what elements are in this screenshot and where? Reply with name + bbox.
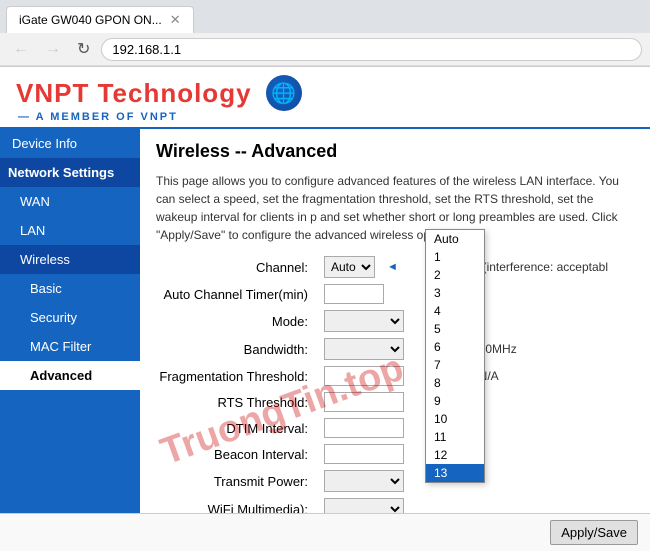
dropdown-item-8[interactable]: 8 bbox=[426, 374, 484, 392]
label-transmit-power: Transmit Power: bbox=[156, 474, 316, 489]
label-dtim-interval: DTIM Interval: bbox=[156, 421, 316, 436]
label-beacon-interval: Beacon Interval: bbox=[156, 447, 316, 462]
form-row-transmit-power: Transmit Power: bbox=[156, 470, 634, 492]
label-rts-threshold: RTS Threshold: bbox=[156, 395, 316, 410]
main-area: Device Info Network Settings WAN LAN Wir… bbox=[0, 129, 650, 513]
dropdown-item-13[interactable]: 13 bbox=[426, 464, 484, 482]
dtim-interval-input[interactable] bbox=[324, 418, 404, 438]
label-wifi-multimedia: WiFi Multimedia): bbox=[156, 502, 316, 514]
dropdown-item-2[interactable]: 2 bbox=[426, 266, 484, 284]
page: VNPT Technology 🌐 — A MEMBER OF VNPT Dev… bbox=[0, 67, 650, 551]
forward-button[interactable]: → bbox=[40, 38, 66, 60]
sidebar-item-mac-filter[interactable]: MAC Filter bbox=[0, 332, 140, 361]
sidebar-item-wan[interactable]: WAN bbox=[0, 187, 140, 216]
apply-save-button[interactable]: Apply/Save bbox=[550, 520, 638, 545]
content-area: Wireless -- Advanced This page allows yo… bbox=[140, 129, 650, 513]
bottom-bar: Apply/Save bbox=[0, 513, 650, 551]
active-tab[interactable]: iGate GW040 GPON ON... ✕ bbox=[6, 6, 194, 33]
dropdown-item-1[interactable]: 1 bbox=[426, 248, 484, 266]
dropdown-item-7[interactable]: 7 bbox=[426, 356, 484, 374]
form-row-auto-channel-timer: Auto Channel Timer(min) bbox=[156, 284, 634, 304]
sidebar: Device Info Network Settings WAN LAN Wir… bbox=[0, 129, 140, 513]
logo-globe-icon: 🌐 bbox=[266, 75, 302, 111]
sidebar-item-lan[interactable]: LAN bbox=[0, 216, 140, 245]
back-button[interactable]: ← bbox=[8, 38, 34, 60]
form-row-dtim-interval: DTIM Interval: bbox=[156, 418, 634, 438]
header: VNPT Technology 🌐 — A MEMBER OF VNPT bbox=[0, 67, 650, 129]
frag-threshold-input[interactable] bbox=[324, 366, 404, 386]
form-row-bandwidth: Bandwidth: Current: 20MHz bbox=[156, 338, 634, 360]
dropdown-item-9[interactable]: 9 bbox=[426, 392, 484, 410]
header-top: VNPT Technology 🌐 bbox=[16, 75, 634, 111]
beacon-interval-input[interactable] bbox=[324, 444, 404, 464]
label-bandwidth: Bandwidth: bbox=[156, 342, 316, 357]
tab-bar: iGate GW040 GPON ON... ✕ bbox=[0, 0, 650, 33]
auto-channel-timer-input[interactable] bbox=[324, 284, 384, 304]
dropdown-item-6[interactable]: 6 bbox=[426, 338, 484, 356]
dropdown-item-4[interactable]: 4 bbox=[426, 302, 484, 320]
sidebar-item-device-info[interactable]: Device Info bbox=[0, 129, 140, 158]
dropdown-item-3[interactable]: 3 bbox=[426, 284, 484, 302]
logo-text: VNPT Technology bbox=[16, 78, 252, 109]
label-mode: Mode: bbox=[156, 314, 316, 329]
dropdown-item-12[interactable]: 12 bbox=[426, 446, 484, 464]
form-row-beacon-interval: Beacon Interval: bbox=[156, 444, 634, 464]
sidebar-item-advanced[interactable]: Advanced bbox=[0, 361, 140, 390]
transmit-power-select[interactable] bbox=[324, 470, 404, 492]
form-row-channel: Channel: Auto ◄ Current: 1 (interference… bbox=[156, 256, 634, 278]
tab-title: iGate GW040 GPON ON... bbox=[19, 13, 162, 27]
dropdown-item-auto[interactable]: Auto bbox=[426, 230, 484, 248]
form-row-wifi-multimedia: WiFi Multimedia): bbox=[156, 498, 634, 513]
sidebar-item-network-settings[interactable]: Network Settings bbox=[0, 158, 140, 187]
page-title: Wireless -- Advanced bbox=[156, 141, 634, 162]
dropdown-item-10[interactable]: 10 bbox=[426, 410, 484, 428]
label-auto-channel-timer: Auto Channel Timer(min) bbox=[156, 287, 316, 302]
form-row-frag-threshold: Fragmentation Threshold: Current: N/A bbox=[156, 366, 634, 386]
refresh-button[interactable]: ↻ bbox=[72, 37, 95, 61]
sidebar-item-basic[interactable]: Basic bbox=[0, 274, 140, 303]
wifi-multimedia-select[interactable] bbox=[324, 498, 404, 513]
dropdown-item-11[interactable]: 11 bbox=[426, 428, 484, 446]
label-frag-threshold: Fragmentation Threshold: bbox=[156, 369, 316, 384]
label-channel: Channel: bbox=[156, 260, 316, 275]
channel-dropdown-overlay[interactable]: Auto 1 2 3 4 5 6 7 8 9 10 11 12 13 bbox=[425, 229, 485, 483]
form-row-mode: Mode: bbox=[156, 310, 634, 332]
page-description: This page allows you to configure advanc… bbox=[156, 172, 634, 244]
nav-bar: ← → ↻ bbox=[0, 33, 650, 66]
mode-select[interactable] bbox=[324, 310, 404, 332]
rts-threshold-input[interactable] bbox=[324, 392, 404, 412]
sidebar-item-wireless[interactable]: Wireless bbox=[0, 245, 140, 274]
header-sub: — A MEMBER OF VNPT bbox=[18, 111, 634, 123]
address-bar[interactable] bbox=[101, 38, 642, 61]
browser-chrome: iGate GW040 GPON ON... ✕ ← → ↻ bbox=[0, 0, 650, 67]
form-row-rts-threshold: RTS Threshold: bbox=[156, 392, 634, 412]
channel-select[interactable]: Auto bbox=[324, 256, 375, 278]
channel-arrow-icon: ◄ bbox=[387, 261, 398, 273]
sidebar-item-security[interactable]: Security bbox=[0, 303, 140, 332]
tab-close-icon[interactable]: ✕ bbox=[170, 12, 181, 28]
bandwidth-select[interactable] bbox=[324, 338, 404, 360]
dropdown-item-5[interactable]: 5 bbox=[426, 320, 484, 338]
